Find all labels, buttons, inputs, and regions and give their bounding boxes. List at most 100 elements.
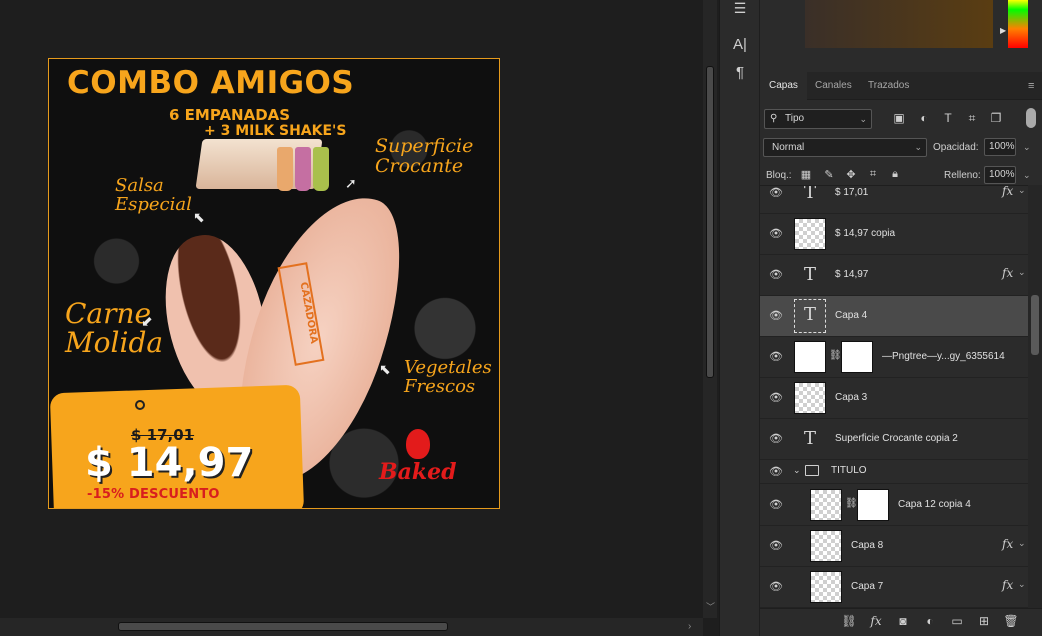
adjust-icon[interactable]: ☰ bbox=[720, 0, 760, 17]
chevron-down-icon[interactable]: ⌄ bbox=[1018, 186, 1026, 196]
eye-icon[interactable]: 👁︎ bbox=[769, 465, 783, 479]
layers-scrollbar[interactable] bbox=[1028, 185, 1042, 608]
layer-row[interactable]: 👁︎ ⛓ Capa 12 copia 4 bbox=[760, 485, 1028, 526]
eye-icon[interactable]: 👁︎ bbox=[769, 580, 783, 594]
panel-menu-icon[interactable]: ≡ bbox=[1028, 80, 1034, 92]
new-layer-icon[interactable]: ⊞ bbox=[975, 614, 993, 628]
layer-row[interactable]: 👁︎ T $ 14,97 fx ⌄ bbox=[760, 255, 1028, 296]
eye-icon[interactable]: 👁︎ bbox=[769, 539, 783, 553]
flame-icon bbox=[406, 429, 430, 459]
text-layer-icon: T bbox=[803, 264, 816, 285]
shape-filter-icon[interactable]: ⌗ bbox=[965, 111, 979, 125]
layer-name[interactable]: Capa 4 bbox=[835, 310, 867, 321]
layer-row[interactable]: 👁︎ Capa 8 fx ⌄ bbox=[760, 526, 1028, 567]
lock-artboard-icon[interactable]: ⌗ bbox=[866, 168, 880, 181]
hue-slider[interactable] bbox=[1008, 0, 1028, 48]
chevron-right-icon[interactable]: › bbox=[688, 621, 691, 632]
layer-row[interactable]: 👁︎ T $ 17,01 fx ⌄ bbox=[760, 186, 1028, 214]
eye-icon[interactable]: 👁︎ bbox=[769, 309, 783, 323]
eye-icon[interactable]: 👁︎ bbox=[769, 186, 783, 200]
tab-trazados[interactable]: Trazados bbox=[859, 72, 918, 100]
image-filter-icon[interactable]: ▣ bbox=[892, 111, 906, 125]
eye-icon[interactable]: 👁︎ bbox=[769, 350, 783, 364]
new-price: $ 14,97 bbox=[85, 440, 254, 486]
smart-object-filter-icon[interactable]: ❐ bbox=[989, 111, 1003, 125]
paragraph-icon[interactable]: ¶ bbox=[720, 64, 760, 81]
canvas-horizontal-scrollbar[interactable]: › bbox=[0, 618, 703, 636]
layer-name[interactable]: —Pngtree—y...gy_6355614 bbox=[882, 351, 1005, 362]
adjustment-filter-icon[interactable]: ◐ bbox=[917, 111, 931, 125]
adjustment-layer-icon[interactable]: ◐ bbox=[921, 614, 939, 628]
document-canvas[interactable]: COMBO AMIGOS 6 EMPANADAS + 3 MILK SHAKE'… bbox=[48, 58, 500, 509]
fx-icon[interactable]: fx bbox=[1002, 578, 1013, 592]
lock-pixels-icon[interactable]: ✎ bbox=[822, 168, 836, 181]
layers-list: 👁︎ T $ 17,01 fx ⌄ 👁︎ $ 14,97 copia 👁︎ T … bbox=[760, 185, 1042, 608]
label-salsa: Salsa Especial bbox=[115, 175, 192, 215]
eye-icon[interactable]: 👁︎ bbox=[769, 498, 783, 512]
layer-filter-select[interactable]: ⚲ Tipo ⌄ bbox=[764, 109, 872, 129]
scrollbar-thumb[interactable] bbox=[706, 66, 714, 378]
layer-row[interactable]: 👁︎ $ 14,97 copia bbox=[760, 214, 1028, 255]
chevron-down-icon[interactable]: ⌄ bbox=[1018, 267, 1026, 278]
layer-row[interactable]: 👁︎ ⛓ —Pngtree—y...gy_6355614 bbox=[760, 337, 1028, 378]
layer-row-selected[interactable]: 👁︎ T Capa 4 bbox=[760, 296, 1028, 337]
eye-icon[interactable]: 👁︎ bbox=[769, 432, 783, 446]
layer-mask-thumbnail[interactable] bbox=[857, 489, 889, 521]
lock-all-icon[interactable]: 🔒︎ bbox=[888, 168, 902, 181]
canvas-workarea[interactable]: COMBO AMIGOS 6 EMPANADAS + 3 MILK SHAKE'… bbox=[0, 0, 703, 618]
chevron-down-icon[interactable]: ⌄ bbox=[1023, 170, 1031, 181]
color-picker-field[interactable] bbox=[805, 0, 993, 48]
chevron-down-icon[interactable]: ⌄ bbox=[1018, 579, 1026, 590]
fx-icon[interactable]: fx bbox=[1002, 266, 1013, 280]
opacity-label: Opacidad: bbox=[933, 142, 979, 153]
fx-icon[interactable]: fx bbox=[1002, 186, 1013, 198]
milkshake-image bbox=[295, 147, 311, 191]
chevron-down-icon[interactable]: ⌄ bbox=[1018, 538, 1026, 549]
layer-name[interactable]: Superficie Crocante copia 2 bbox=[835, 433, 958, 444]
opacity-input[interactable]: 100% bbox=[984, 138, 1016, 156]
hue-slider-handle[interactable]: ▶ bbox=[1000, 26, 1006, 35]
add-mask-icon[interactable]: ◙ bbox=[894, 614, 912, 628]
canvas-vertical-scrollbar[interactable]: ﹀ bbox=[703, 0, 717, 618]
scrollbar-thumb[interactable] bbox=[118, 622, 448, 631]
lock-position-icon[interactable]: ✥ bbox=[844, 168, 858, 181]
text-filter-icon[interactable]: T bbox=[941, 111, 955, 125]
layer-name[interactable]: $ 14,97 copia bbox=[835, 228, 895, 239]
layer-name[interactable]: Capa 7 bbox=[851, 581, 883, 592]
fill-input[interactable]: 100% bbox=[984, 166, 1016, 184]
filter-toggle[interactable] bbox=[1026, 108, 1036, 128]
layer-mask-thumbnail[interactable] bbox=[841, 341, 873, 373]
eye-icon[interactable]: 👁︎ bbox=[769, 227, 783, 241]
layer-row[interactable]: 👁︎ T Superficie Crocante copia 2 bbox=[760, 419, 1028, 460]
layer-name[interactable]: Capa 8 bbox=[851, 540, 883, 551]
fx-icon[interactable]: fx bbox=[867, 614, 885, 628]
character-icon[interactable]: A| bbox=[720, 36, 760, 53]
blend-mode-select[interactable]: Normal ⌄ bbox=[763, 138, 927, 157]
layers-bottom-toolbar: ⛓ fx ◙ ◐ ▭ ⊞ 🗑︎ bbox=[760, 608, 1042, 636]
layer-row[interactable]: 👁︎ Capa 3 bbox=[760, 378, 1028, 419]
chevron-down-icon: ⌄ bbox=[914, 142, 922, 152]
tab-capas[interactable]: Capas bbox=[760, 72, 807, 100]
chevron-down-icon[interactable]: ⌄ bbox=[1023, 142, 1031, 153]
group-name[interactable]: TITULO bbox=[831, 465, 867, 476]
link-layers-icon[interactable]: ⛓ bbox=[840, 614, 858, 628]
layer-row[interactable]: 👁︎ Capa 7 fx ⌄ bbox=[760, 567, 1028, 608]
chevron-down-icon[interactable]: ⌄ bbox=[793, 465, 801, 476]
fx-icon[interactable]: fx bbox=[1002, 537, 1013, 551]
scrollbar-thumb[interactable] bbox=[1031, 295, 1039, 355]
trash-icon[interactable]: 🗑︎ bbox=[1002, 614, 1020, 628]
layer-group-row[interactable]: 👁︎ ⌄ TITULO bbox=[760, 460, 1028, 484]
eye-icon[interactable]: 👁︎ bbox=[769, 268, 783, 282]
link-icon[interactable]: ⛓ bbox=[829, 350, 842, 361]
layer-name[interactable]: $ 17,01 bbox=[835, 187, 868, 198]
eye-icon[interactable]: 👁︎ bbox=[769, 391, 783, 405]
new-group-icon[interactable]: ▭ bbox=[948, 614, 966, 628]
layer-name[interactable]: Capa 12 copia 4 bbox=[898, 499, 971, 510]
layer-name[interactable]: $ 14,97 bbox=[835, 269, 868, 280]
layer-name[interactable]: Capa 3 bbox=[835, 392, 867, 403]
tab-canales[interactable]: Canales bbox=[806, 72, 861, 100]
lock-transparency-icon[interactable]: ▦ bbox=[799, 168, 813, 181]
link-icon[interactable]: ⛓ bbox=[845, 498, 858, 509]
layer-thumbnail bbox=[794, 382, 826, 414]
chevron-down-icon[interactable]: ﹀ bbox=[706, 600, 715, 613]
